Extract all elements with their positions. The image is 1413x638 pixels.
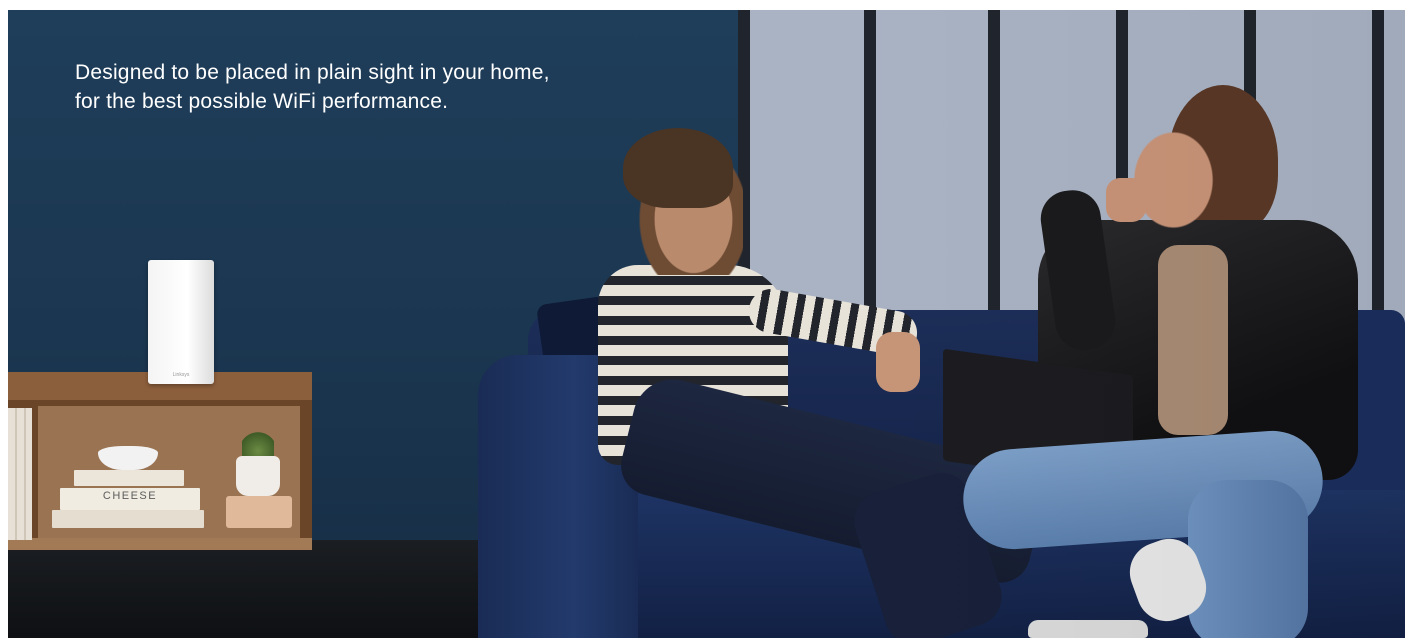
- hero-headline: Designed to be placed in plain sight in …: [75, 58, 715, 116]
- man-hand: [876, 332, 920, 392]
- hero-banner: Designed to be placed in plain sight in …: [8, 10, 1405, 638]
- man-shoe: [1028, 620, 1148, 638]
- pot-stand: [226, 496, 292, 528]
- woman-lower-leg: [1188, 480, 1308, 638]
- side-books: [8, 408, 32, 540]
- man-hair: [623, 128, 733, 208]
- woman-head: [1133, 120, 1223, 240]
- woman-hand: [1106, 178, 1146, 222]
- book-cheese: CHEESE: [60, 488, 200, 510]
- book-label: CHEESE: [102, 490, 158, 502]
- book: [74, 470, 184, 486]
- router-logo: Linksys: [172, 372, 190, 378]
- headline-line-2: for the best possible WiFi performance.: [75, 90, 449, 113]
- plant-pot: [236, 456, 280, 496]
- book: [52, 510, 204, 528]
- headline-line-1: Designed to be placed in plain sight in …: [75, 61, 550, 84]
- mesh-router: Linksys: [148, 260, 214, 384]
- shelf-bottom: [8, 538, 312, 550]
- woman-top: [1158, 245, 1228, 435]
